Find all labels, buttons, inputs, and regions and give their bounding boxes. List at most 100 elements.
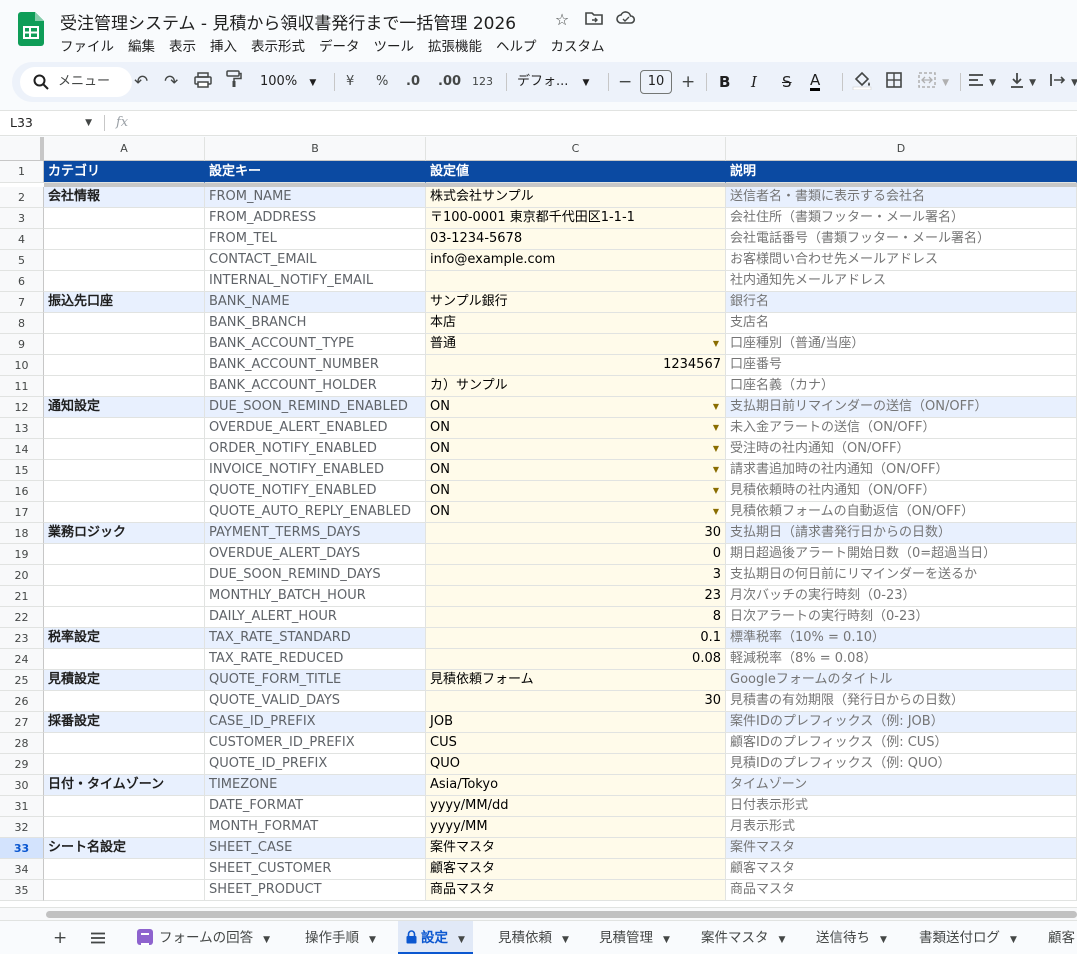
cell-setting-value[interactable]: yyyy/MM/dd	[426, 796, 726, 817]
sheet-tab[interactable]: 見積管理 ▼	[591, 921, 678, 954]
all-sheets-menu-icon[interactable]	[90, 921, 106, 954]
cell-category[interactable]	[44, 817, 205, 838]
cell-setting-value[interactable]: CUS	[426, 733, 726, 754]
cell-setting-key[interactable]: BANK_ACCOUNT_NUMBER	[205, 355, 426, 376]
cell-description[interactable]: 見積書の有効期限（発行日からの日数）	[726, 691, 1077, 712]
cell-setting-key[interactable]: TAX_RATE_STANDARD	[205, 628, 426, 649]
menu-file[interactable]: ファイル	[60, 35, 114, 55]
row-header[interactable]: 8	[0, 313, 44, 334]
font-size-input[interactable]: 10	[640, 70, 672, 94]
cell-category[interactable]	[44, 208, 205, 229]
cell-description[interactable]: 期日超過後アラート開始日数（0=超過当日）	[726, 544, 1077, 565]
cell-description[interactable]: 見積IDのプレフィックス（例: QUO）	[726, 754, 1077, 775]
zoom-select[interactable]: 100% ▼	[260, 62, 316, 102]
row-header[interactable]: 18	[0, 523, 44, 544]
borders-icon[interactable]	[886, 62, 902, 102]
row-header[interactable]: 10	[0, 355, 44, 376]
cell-setting-key[interactable]: TAX_RATE_REDUCED	[205, 649, 426, 670]
select-all-corner[interactable]	[0, 137, 44, 161]
cell-setting-key[interactable]: SHEET_CUSTOMER	[205, 859, 426, 880]
cell-setting-value[interactable]: ON ▼	[426, 502, 726, 523]
row-header[interactable]: 16	[0, 481, 44, 502]
cell-category[interactable]	[44, 607, 205, 628]
cell-setting-value[interactable]: info@example.com	[426, 250, 726, 271]
cell-setting-value[interactable]: サンプル銀行	[426, 292, 726, 313]
cell-setting-key[interactable]: FROM_TEL	[205, 229, 426, 250]
bold-button[interactable]: B	[719, 62, 730, 102]
cell-setting-value[interactable]: 案件マスタ	[426, 838, 726, 859]
text-color-button[interactable]: A	[810, 62, 821, 91]
cell-description[interactable]: 銀行名	[726, 292, 1077, 313]
cell-description[interactable]: Googleフォームのタイトル	[726, 670, 1077, 691]
cell-setting-value[interactable]: 見積依頼フォーム	[426, 670, 726, 691]
cell-category[interactable]	[44, 418, 205, 439]
cell-description[interactable]: 案件マスタ	[726, 838, 1077, 859]
cell-category[interactable]	[44, 544, 205, 565]
cell-description[interactable]: タイムゾーン	[726, 775, 1077, 796]
cell-description[interactable]: 案件IDのプレフィックス（例: JOB）	[726, 712, 1077, 733]
cell-setting-key[interactable]: 設定キー	[205, 161, 426, 183]
cell-description[interactable]: 軽減税率（8% = 0.08）	[726, 649, 1077, 670]
row-header[interactable]: 26	[0, 691, 44, 712]
cell-setting-value[interactable]: 本店	[426, 313, 726, 334]
cell-setting-key[interactable]: QUOTE_NOTIFY_ENABLED	[205, 481, 426, 502]
cell-category[interactable]	[44, 691, 205, 712]
row-header[interactable]: 28	[0, 733, 44, 754]
cell-setting-value[interactable]: ON ▼	[426, 439, 726, 460]
cell-setting-value[interactable]: JOB	[426, 712, 726, 733]
cell-setting-value[interactable]: 株式会社サンプル	[426, 187, 726, 208]
column-header-b[interactable]: B	[205, 137, 426, 161]
cell-setting-value[interactable]: 0.08	[426, 649, 726, 670]
cell-setting-value[interactable]: 3	[426, 565, 726, 586]
menu-data[interactable]: データ	[319, 35, 360, 55]
cell-category[interactable]	[44, 376, 205, 397]
dropdown-chip-icon[interactable]: ▼	[713, 502, 719, 522]
cell-category[interactable]: 税率設定	[44, 628, 205, 649]
chevron-down-icon[interactable]: ▼	[779, 935, 786, 945]
dropdown-chip-icon[interactable]: ▼	[713, 418, 719, 438]
cell-setting-key[interactable]: QUOTE_FORM_TITLE	[205, 670, 426, 691]
row-header[interactable]: 14	[0, 439, 44, 460]
cell-setting-value[interactable]: カ）サンプル	[426, 376, 726, 397]
cell-description[interactable]: 未入金アラートの送信（ON/OFF）	[726, 418, 1077, 439]
cell-category[interactable]	[44, 355, 205, 376]
cell-setting-key[interactable]: BANK_ACCOUNT_HOLDER	[205, 376, 426, 397]
row-header[interactable]: 30	[0, 775, 44, 796]
name-box[interactable]: L33 ▼	[10, 111, 96, 135]
cell-description[interactable]: 顧客IDのプレフィックス（例: CUS）	[726, 733, 1077, 754]
cell-description[interactable]: 月次バッチの実行時刻（0-23）	[726, 586, 1077, 607]
cell-category[interactable]	[44, 271, 205, 292]
cell-setting-value[interactable]: 顧客マスタ	[426, 859, 726, 880]
cell-setting-value[interactable]: 23	[426, 586, 726, 607]
cell-setting-key[interactable]: DAILY_ALERT_HOUR	[205, 607, 426, 628]
cell-setting-key[interactable]: OVERDUE_ALERT_DAYS	[205, 544, 426, 565]
cell-setting-key[interactable]: CASE_ID_PREFIX	[205, 712, 426, 733]
menu-insert[interactable]: 挿入	[210, 35, 237, 55]
dropdown-chip-icon[interactable]: ▼	[713, 439, 719, 459]
decrease-decimal-button[interactable]: .0	[406, 62, 420, 102]
cell-setting-key[interactable]: BANK_BRANCH	[205, 313, 426, 334]
cell-setting-key[interactable]: DUE_SOON_REMIND_DAYS	[205, 565, 426, 586]
font-family-select[interactable]: デフォ... ▼	[517, 62, 589, 102]
row-header[interactable]: 11	[0, 376, 44, 397]
cell-setting-value[interactable]: 03-1234-5678	[426, 229, 726, 250]
cell-setting-value[interactable]: ON ▼	[426, 481, 726, 502]
cell-description[interactable]: 顧客マスタ	[726, 859, 1077, 880]
row-header[interactable]: 34	[0, 859, 44, 880]
move-folder-icon[interactable]	[584, 10, 604, 30]
cell-category[interactable]: 採番設定	[44, 712, 205, 733]
row-header[interactable]: 9	[0, 334, 44, 355]
cell-setting-key[interactable]: CONTACT_EMAIL	[205, 250, 426, 271]
cell-category[interactable]	[44, 313, 205, 334]
menu-help[interactable]: ヘルプ	[496, 35, 537, 55]
font-size-decrease-button[interactable]: −	[618, 62, 632, 102]
menu-extensions[interactable]: 拡張機能	[428, 35, 482, 55]
cell-setting-key[interactable]: QUOTE_AUTO_REPLY_ENABLED	[205, 502, 426, 523]
scrollbar-thumb[interactable]	[46, 911, 1077, 918]
chevron-down-icon[interactable]: ▼	[458, 935, 465, 945]
paint-format-icon[interactable]	[226, 62, 242, 102]
cell-setting-key[interactable]: OVERDUE_ALERT_ENABLED	[205, 418, 426, 439]
cell-setting-value[interactable]: 普通 ▼	[426, 334, 726, 355]
column-header-c[interactable]: C	[426, 137, 726, 161]
cell-description[interactable]: 説明	[726, 161, 1077, 183]
